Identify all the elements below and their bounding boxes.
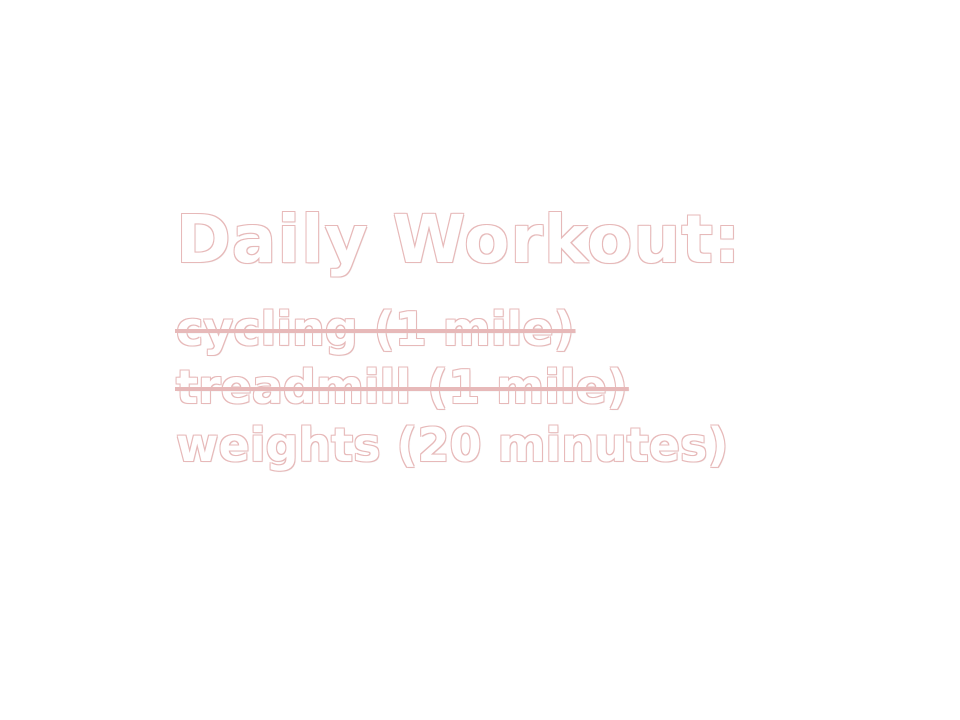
workout-item-treadmill: treadmill (1 mile)	[176, 358, 728, 416]
workout-item-weights: weights (20 minutes)	[176, 416, 728, 474]
workout-canvas: Daily Workout: cycling (1 mile) treadmil…	[0, 0, 960, 720]
workout-item-label: cycling (1 mile)	[176, 302, 575, 356]
workout-items: cycling (1 mile) treadmill (1 mile) weig…	[176, 300, 728, 474]
workout-title: Daily Workout:	[176, 201, 742, 278]
workout-item-cycling: cycling (1 mile)	[176, 300, 728, 358]
workout-list-card: Daily Workout: cycling (1 mile) treadmil…	[176, 198, 796, 498]
workout-item-label: weights (20 minutes)	[176, 418, 729, 472]
workout-item-label: treadmill (1 mile)	[176, 360, 628, 414]
